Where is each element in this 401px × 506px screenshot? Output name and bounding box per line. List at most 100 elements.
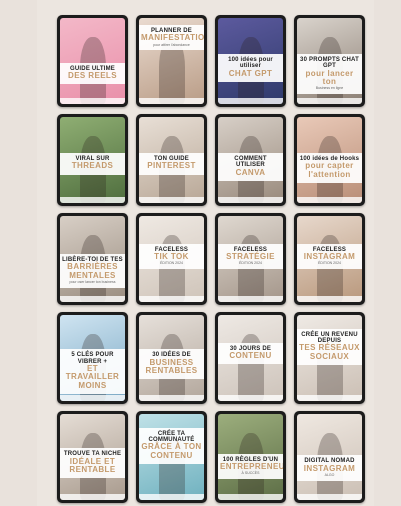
ebook-card[interactable]: 100 idées de Hooks pour capter l'attentio… <box>294 114 365 206</box>
cover-title-line2: TES RÉSEAUX SOCIAUX <box>299 343 360 361</box>
cover-title-line3: À SUCCÈS <box>241 471 260 476</box>
ebook-cover: PLANNER DE MANIFESTATION pour attirer l'ab… <box>139 18 204 104</box>
cover-footer <box>60 98 125 104</box>
cover-footer <box>218 98 283 104</box>
ebook-cover: DIGITAL NOMAD INSTAGRAM ALGO <box>297 414 362 500</box>
cover-footer <box>297 395 362 401</box>
cover-footer <box>139 296 204 302</box>
ebook-card[interactable]: 5 CLÉS POUR VIBRER + ET TRAVAILLER MOINS <box>57 312 128 404</box>
ebook-cover: LIBÈRE-TOI DE TES BARRIÈRES MENTALES pour … <box>60 216 125 302</box>
cover-footer <box>60 494 125 500</box>
ebook-cover: 100 idées de Hooks pour capter l'attentio… <box>297 117 362 203</box>
cover-title-band: COMMENT UTILISER CANVA <box>218 153 283 182</box>
cover-title-band: 100 idées pour utiliser CHAT GPT <box>218 54 283 83</box>
cover-footer <box>218 296 283 302</box>
cover-footer <box>139 395 204 401</box>
ebook-cover: FACELESS TIK TOK ÉDITION 2024 <box>139 216 204 302</box>
cover-title-line2: CHAT GPT <box>228 68 273 78</box>
ebook-cover: CRÉE UN REVENU DEPUIS TES RÉSEAUX SOCIAUX <box>297 315 362 401</box>
ebook-cover: TROUVE TA NICHE IDÉALE ET RENTABLE <box>60 414 125 500</box>
cover-footer <box>297 296 362 302</box>
ebook-card[interactable]: 30 IDÉES DE BUSINESS RENTABLES <box>136 312 207 404</box>
cover-title-line2: MANIFESTATION <box>141 33 204 43</box>
cover-footer <box>60 197 125 203</box>
cover-title-line2: pour capter l'attention <box>305 161 354 179</box>
ebook-card[interactable]: COMMENT UTILISER CANVA <box>215 114 286 206</box>
ebook-card[interactable]: 30 PROMPTS CHAT GPT pour lancer ton Busine… <box>294 15 365 107</box>
cover-footer <box>297 494 362 500</box>
ebook-card[interactable]: CRÉE TA COMMUNAUTÉ GRÂCE À TON CONTENU <box>136 411 207 503</box>
cover-title-band: TROUVE TA NICHE IDÉALE ET RENTABLE <box>60 448 125 479</box>
cover-title-band: 30 IDÉES DE BUSINESS RENTABLES <box>139 349 204 380</box>
ebook-card[interactable]: GUIDE ULTIME DES REELS <box>57 15 128 107</box>
ebook-cover: FACELESS STRATÉGIE ÉDITION 2024 <box>218 216 283 302</box>
cover-footer <box>297 98 362 104</box>
ebook-card[interactable]: CRÉE UN REVENU DEPUIS TES RÉSEAUX SOCIAUX <box>294 312 365 404</box>
ebook-card[interactable]: PLANNER DE MANIFESTATION pour attirer l'ab… <box>136 15 207 107</box>
cover-title-band: TON GUIDE PINTEREST <box>139 153 204 175</box>
cover-title-line2: PINTEREST <box>147 161 196 171</box>
cover-title-line2: CANVA <box>235 167 266 177</box>
ebook-card[interactable]: LIBÈRE-TOI DE TES BARRIÈRES MENTALES pour … <box>57 213 128 305</box>
cover-title-band: PLANNER DE MANIFESTATION pour attirer l'ab… <box>139 24 204 51</box>
ebook-card[interactable]: VIRAL SUR THREADS <box>57 114 128 206</box>
ebook-card[interactable]: 100 idées pour utiliser CHAT GPT <box>215 15 286 107</box>
cover-title-line2: CONTENU <box>229 350 272 360</box>
ebook-card[interactable]: 100 RÈGLES D'UNENTREPRENEURÀ SUCCÈS <box>215 411 286 503</box>
ebook-cover: COMMENT UTILISER CANVA <box>218 117 283 203</box>
cover-title-line1: 30 PROMPTS CHAT GPT <box>300 57 359 70</box>
cover-title-band: 5 CLÉS POUR VIBRER + ET TRAVAILLER MOINS <box>60 349 125 395</box>
ebook-card[interactable]: 30 JOURS DE CONTENU <box>215 312 286 404</box>
cover-title-line3: ÉDITION 2024 <box>318 261 341 266</box>
cover-title-line2: TIK TOK <box>154 251 189 261</box>
ebook-cover: GUIDE ULTIME DES REELS <box>60 18 125 104</box>
cover-title-band: FACELESS STRATÉGIE ÉDITION 2024 <box>218 243 283 269</box>
cover-title-line3: ALGO <box>324 472 335 477</box>
cover-footer <box>297 197 362 203</box>
cover-title-line1: COMMENT UTILISER <box>234 156 267 169</box>
ebook-card[interactable]: FACELESS INSTAGRAM ÉDITION 2024 <box>294 213 365 305</box>
cover-title-band: CRÉE UN REVENU DEPUIS TES RÉSEAUX SOCIAUX <box>297 328 362 366</box>
cover-footer <box>60 395 125 401</box>
cover-title-line3: pour oser lancer ton business <box>69 279 116 284</box>
ebook-cover: 30 IDÉES DE BUSINESS RENTABLES <box>139 315 204 401</box>
ebook-cover: 30 PROMPTS CHAT GPT pour lancer ton Busine… <box>297 18 362 104</box>
cover-title-line2: BUSINESS RENTABLES <box>145 357 198 376</box>
cover-title-line3: pour attirer l'abondance <box>153 42 190 47</box>
cover-title-line2: INSTAGRAM <box>303 251 356 261</box>
cover-footer <box>218 395 283 401</box>
cover-title-band: 30 PROMPTS CHAT GPT pour lancer ton Busine… <box>297 54 362 95</box>
cover-footer <box>218 197 283 203</box>
cover-title-line2: STRATÉGIE <box>226 251 275 261</box>
ebook-cover: FACELESS INSTAGRAM ÉDITION 2024 <box>297 216 362 302</box>
cover-title-line2: pour lancer ton <box>305 68 354 87</box>
ebook-cover: TON GUIDE PINTEREST <box>139 117 204 203</box>
cover-title-line3: ÉDITION 2024 <box>239 261 262 266</box>
cover-title-line2: ET TRAVAILLER MOINS <box>65 363 120 390</box>
cover-title-band: FACELESS TIK TOK ÉDITION 2024 <box>139 243 204 269</box>
ebook-cover: 30 JOURS DE CONTENU <box>218 315 283 401</box>
cover-title-band: 100 idées de Hooks pour capter l'attentio… <box>297 153 362 184</box>
cover-footer <box>139 98 204 104</box>
ebook-card[interactable]: FACELESS STRATÉGIE ÉDITION 2024 <box>215 213 286 305</box>
cover-title-line3: ÉDITION 2024 <box>160 261 183 266</box>
ebook-cover: 5 CLÉS POUR VIBRER + ET TRAVAILLER MOINS <box>60 315 125 401</box>
ebook-card[interactable]: FACELESS TIK TOK ÉDITION 2024 <box>136 213 207 305</box>
ebook-card[interactable]: TON GUIDE PINTEREST <box>136 114 207 206</box>
cover-title-band: LIBÈRE-TOI DE TES BARRIÈRES MENTALES pour … <box>60 253 125 288</box>
cover-title-line2: GRÂCE À TON CONTENU <box>141 442 202 460</box>
ebook-card[interactable]: DIGITAL NOMAD INSTAGRAM ALGO <box>294 411 365 503</box>
cover-title-band: CRÉE TA COMMUNAUTÉ GRÂCE À TON CONTENU <box>139 427 204 465</box>
cover-footer <box>139 197 204 203</box>
cover-footer <box>60 296 125 302</box>
cover-title-line2: INSTAGRAM <box>303 463 356 473</box>
ebook-grid: GUIDE ULTIME DES REELS PLANNER DE MANIFESTA… <box>57 15 365 503</box>
cover-footer <box>218 494 283 500</box>
ebook-cover: 100 RÈGLES D'UNENTREPRENEURÀ SUCCÈS <box>218 414 283 500</box>
ebook-card[interactable]: TROUVE TA NICHE IDÉALE ET RENTABLE <box>57 411 128 503</box>
cover-title-line2: DES REELS <box>68 71 117 81</box>
cover-title-band: FACELESS INSTAGRAM ÉDITION 2024 <box>297 243 362 269</box>
ebook-cover: VIRAL SUR THREADS <box>60 117 125 203</box>
cover-title-band: DIGITAL NOMAD INSTAGRAM ALGO <box>297 455 362 481</box>
cover-title-band: 30 JOURS DE CONTENU <box>218 342 283 365</box>
